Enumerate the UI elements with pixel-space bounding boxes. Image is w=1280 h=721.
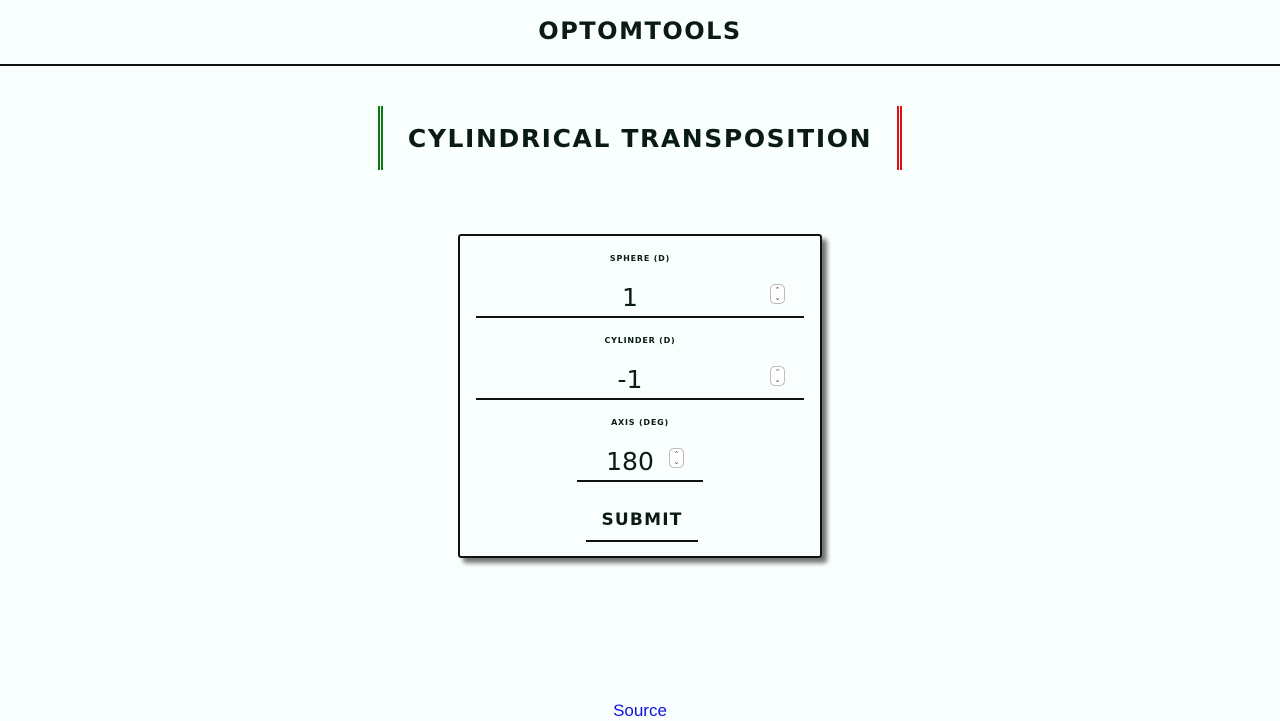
page-title: CYLINDRICAL TRANSPOSITION [407,123,873,153]
chevron-down-icon[interactable]: ⌄ [775,294,781,302]
brand-title[interactable]: OPTOMTOOLS [538,17,741,45]
cylinder-label: CYLINDER (D) [604,336,676,345]
axis-input[interactable]: 180 ⌃ ⌄ [577,444,703,482]
page-title-block: CYLINDRICAL TRANSPOSITION [378,106,902,170]
axis-label: AXIS (DEG) [611,418,669,427]
submit-button[interactable]: SUBMIT [586,500,698,542]
top-bar: OPTOMTOOLS [0,0,1280,66]
chevron-up-icon[interactable]: ⌃ [674,450,680,458]
axis-value[interactable]: 180 [577,444,703,480]
chevron-up-icon[interactable]: ⌃ [775,286,781,294]
chevron-down-icon[interactable]: ⌄ [674,458,680,466]
transposition-form: SPHERE (D) 1 ⌃ ⌄ CYLINDER (D) -1 ⌃ ⌄ AXI… [458,234,822,558]
right-accent-bar [897,106,902,170]
axis-stepper[interactable]: ⌃ ⌄ [669,448,684,468]
chevron-down-icon[interactable]: ⌄ [775,376,781,384]
sphere-stepper[interactable]: ⌃ ⌄ [770,284,785,304]
source-link[interactable]: Source [0,701,1280,721]
chevron-up-icon[interactable]: ⌃ [775,368,781,376]
cylinder-input[interactable]: -1 ⌃ ⌄ [476,362,804,400]
cylinder-value[interactable]: -1 [476,362,804,398]
left-accent-bar [378,106,383,170]
sphere-value[interactable]: 1 [476,280,804,316]
sphere-input[interactable]: 1 ⌃ ⌄ [476,280,804,318]
sphere-label: SPHERE (D) [609,254,671,263]
cylinder-stepper[interactable]: ⌃ ⌄ [770,366,785,386]
